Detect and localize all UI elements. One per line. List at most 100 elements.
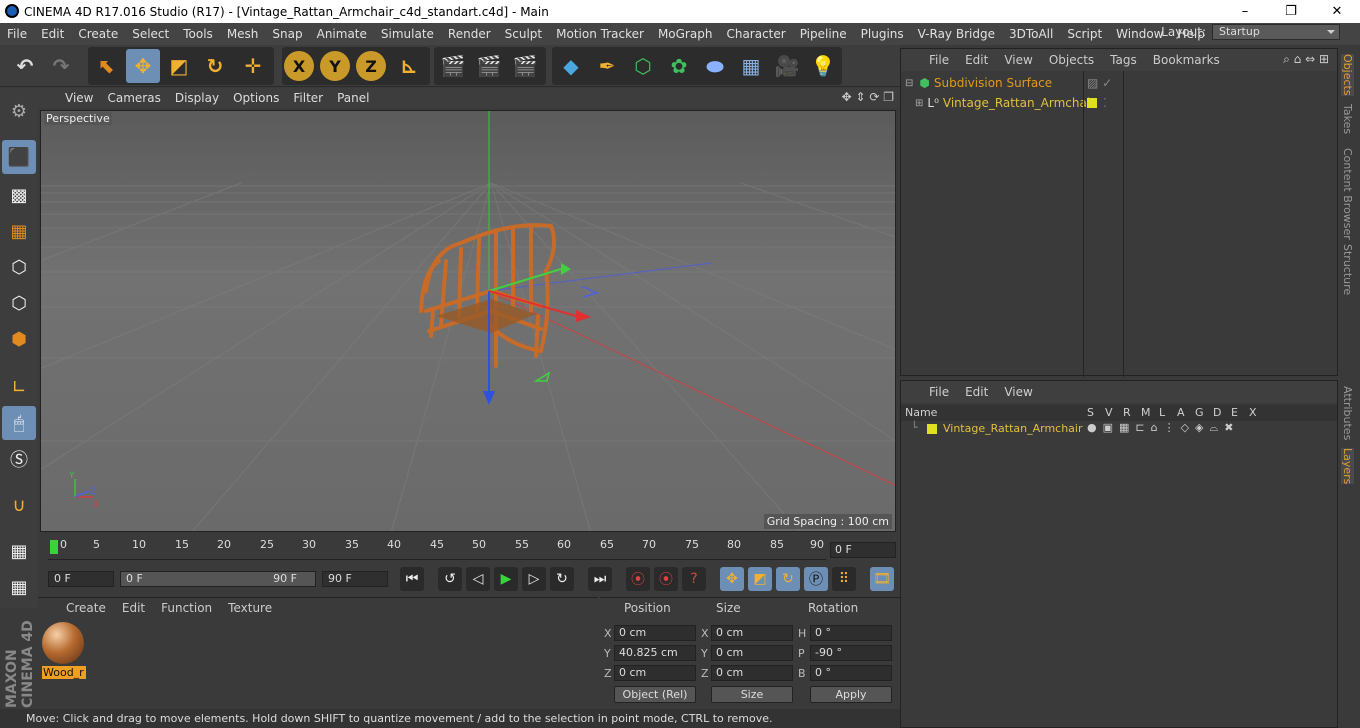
object-menu-objects[interactable]: Objects [1041, 53, 1102, 67]
object-name[interactable]: Subdivision Surface [934, 76, 1052, 90]
viewport-menu-view[interactable]: View [58, 91, 100, 105]
autokeying-icon[interactable]: ⦿ [654, 567, 678, 591]
menu-character[interactable]: Character [719, 27, 792, 41]
viewport-nav-icons[interactable]: ✥ ⇕ ⟳ ❐ [842, 90, 894, 104]
column-v[interactable]: V [1105, 406, 1113, 419]
tab-objects[interactable]: Objects [1341, 54, 1354, 96]
menu-select[interactable]: Select [125, 27, 176, 41]
timeline-window-icon[interactable]: 🎞 [870, 567, 894, 591]
coordinate-system-icon[interactable]: ⊾ [392, 49, 426, 83]
z-axis-lock-button[interactable]: Z [356, 51, 386, 81]
collapse-icon[interactable]: ⊟ [905, 78, 913, 89]
go-to-end-icon[interactable]: ⏭ [588, 567, 612, 591]
record-scale-icon[interactable]: ◩ [748, 567, 772, 591]
redo-icon[interactable]: ↷ [44, 49, 78, 83]
viewport-menu-display[interactable]: Display [168, 91, 226, 105]
column-s[interactable]: S [1087, 406, 1094, 419]
maximize-button[interactable]: ❐ [1268, 0, 1314, 23]
material-menu-create[interactable]: Create [58, 601, 114, 615]
record-rotation-icon[interactable]: ↻ [776, 567, 800, 591]
object-name[interactable]: Vintage_Rattan_Armchair [943, 96, 1095, 110]
menu-3dtoall[interactable]: 3DToAll [1002, 27, 1060, 41]
polygons-mode-icon[interactable]: ⬢ [2, 322, 36, 356]
menu-mograph[interactable]: MoGraph [651, 27, 720, 41]
move-tool-icon[interactable]: ✥ [126, 49, 160, 83]
expand-icon[interactable]: ⊞ [915, 98, 923, 109]
column-x[interactable]: X [1249, 406, 1257, 419]
material-menu-edit[interactable]: Edit [114, 601, 153, 615]
layer-color-swatch[interactable] [1087, 98, 1097, 108]
position-x-field[interactable]: 0 cm [614, 625, 696, 641]
menu-plugins[interactable]: Plugins [854, 27, 911, 41]
size-mode-dropdown[interactable]: Size [711, 686, 793, 703]
apply-button[interactable]: Apply [810, 686, 892, 703]
model-mode-icon[interactable]: ⬛ [2, 140, 36, 174]
workplane-icon[interactable]: ▦ [2, 214, 36, 248]
object-row[interactable]: ⊞ L⁰ Vintage_Rattan_Armchair ⁚ [901, 93, 1339, 113]
end-frame-field[interactable]: 90 F [322, 571, 388, 587]
column-l[interactable]: L [1159, 406, 1165, 419]
column-r[interactable]: R [1123, 406, 1131, 419]
visibility-dots-icon[interactable]: ⁚ [1103, 96, 1107, 110]
record-keys-icon[interactable]: ⦿ [626, 567, 650, 591]
column-g[interactable]: G [1195, 406, 1204, 419]
coordinate-mode-dropdown[interactable]: Object (Rel) [614, 686, 696, 703]
selection-tool-icon[interactable]: ⬉ [90, 49, 124, 83]
go-to-start-icon[interactable]: ⏮ [400, 567, 424, 591]
menu-script[interactable]: Script [1060, 27, 1109, 41]
render-settings-icon[interactable]: 🎬 [508, 49, 542, 83]
camera-icon[interactable]: 🎥 [770, 49, 804, 83]
tab-content-browser[interactable]: Content Browser [1341, 148, 1354, 240]
rotation-b-field[interactable]: 0 ° [810, 665, 892, 681]
menu-edit[interactable]: Edit [34, 27, 71, 41]
material-swatch[interactable]: Wood_r [42, 622, 86, 679]
cube-icon[interactable]: ◆ [554, 49, 588, 83]
subdivision-surface-icon[interactable]: ⬡ [626, 49, 660, 83]
viewport-menu-cameras[interactable]: Cameras [100, 91, 167, 105]
menu-mesh[interactable]: Mesh [220, 27, 266, 41]
object-menu-view[interactable]: View [996, 53, 1040, 67]
record-pla-icon[interactable]: ⠿ [832, 567, 856, 591]
layout-dropdown[interactable]: Startup [1212, 24, 1340, 40]
menu-tools[interactable]: Tools [176, 27, 220, 41]
next-frame-icon[interactable]: ▷ [522, 567, 546, 591]
keyframe-selection-icon[interactable]: ? [682, 567, 706, 591]
y-axis-lock-button[interactable]: Y [320, 51, 350, 81]
x-axis-lock-button[interactable]: X [284, 51, 314, 81]
layer-color-swatch[interactable] [927, 424, 937, 434]
menu-pipeline[interactable]: Pipeline [793, 27, 854, 41]
viewport-menu-filter[interactable]: Filter [286, 91, 330, 105]
object-menu-bookmarks[interactable]: Bookmarks [1145, 53, 1228, 67]
previous-frame-icon[interactable]: ◁ [466, 567, 490, 591]
layer-menu-edit[interactable]: Edit [957, 385, 996, 399]
position-z-field[interactable]: 0 cm [614, 665, 696, 681]
deformer-icon[interactable]: ⬬ [698, 49, 732, 83]
axis-mode-icon[interactable]: ∟ [2, 370, 36, 404]
rotate-tool-icon[interactable]: ↻ [198, 49, 232, 83]
cloner-icon[interactable]: ✿ [662, 49, 696, 83]
tweak-mode-icon[interactable]: 🖱 [2, 406, 36, 440]
floor-icon[interactable]: ▦ [734, 49, 768, 83]
light-icon[interactable]: 💡 [806, 49, 840, 83]
menu-sculpt[interactable]: Sculpt [498, 27, 549, 41]
transform-tool-icon[interactable]: ✛ [236, 49, 270, 83]
size-x-field[interactable]: 0 cm [711, 625, 793, 641]
start-frame-field[interactable]: 0 F [48, 571, 114, 587]
magnet-icon[interactable]: ∪ [2, 488, 36, 522]
3d-viewport[interactable]: Perspective Y X Z Grid Spacing : 100 cm [40, 110, 896, 532]
object-menu-edit[interactable]: Edit [957, 53, 996, 67]
tab-attributes[interactable]: Attributes [1341, 386, 1354, 440]
current-frame-field[interactable]: 0 F [830, 542, 896, 558]
material-menu-function[interactable]: Function [153, 601, 220, 615]
record-parameter-icon[interactable]: Ⓟ [804, 567, 828, 591]
size-z-field[interactable]: 0 cm [711, 665, 793, 681]
layer-row[interactable]: └ Vintage_Rattan_Armchair ●▣▦⊏⌂⋮◇◈⌓✖ [901, 421, 1337, 437]
undo-icon[interactable]: ↶ [8, 49, 42, 83]
column-a[interactable]: A [1177, 406, 1185, 419]
frame-range-slider[interactable]: 0 F 90 F [120, 571, 316, 587]
menu-animate[interactable]: Animate [310, 27, 374, 41]
viewport-menu-panel[interactable]: Panel [330, 91, 376, 105]
viewport-menu-options[interactable]: Options [226, 91, 286, 105]
play-icon[interactable]: ▶ [494, 567, 518, 591]
menu-simulate[interactable]: Simulate [374, 27, 441, 41]
